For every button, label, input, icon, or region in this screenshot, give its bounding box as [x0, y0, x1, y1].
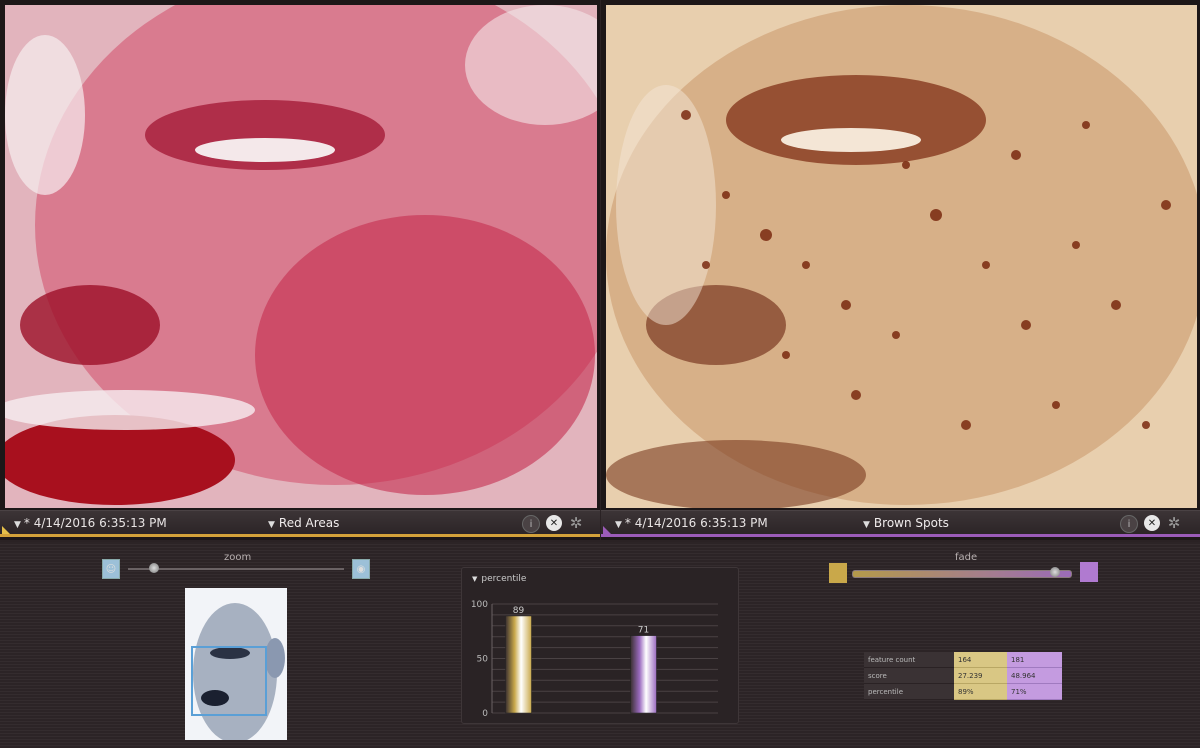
zoom-region-box[interactable] [191, 646, 267, 716]
data-label: 71 [638, 626, 649, 636]
y-tick-label: 50 [477, 655, 489, 665]
red-areas-panel: ▼ * 4/14/2016 6:35:13 PM ▼ Red Areas i ✕ ✲ [0, 0, 600, 540]
dropdown-icon: ▼ [14, 520, 21, 530]
brown-spots-value: 181 [1007, 652, 1062, 668]
brown-spots-toolbar: ▼ * 4/14/2016 6:35:13 PM ▼ Brown Spots i ✕… [601, 510, 1200, 537]
face-thumbnail[interactable] [185, 588, 287, 740]
zoom-label: zoom [224, 552, 252, 563]
eye-zoom-in-icon[interactable]: ◉ [352, 559, 370, 579]
face-zoom-out-icon[interactable]: ☺ [102, 559, 120, 579]
red-areas-value: 164 [954, 652, 1007, 668]
dropdown-icon: ▼ [615, 520, 622, 530]
info-icon[interactable]: i [522, 515, 540, 533]
brown-spots-image[interactable] [606, 5, 1197, 508]
zoom-slider-track[interactable] [128, 568, 344, 570]
collapse-icon: ▼ [472, 575, 478, 583]
brown-spots-value: 71% [1007, 683, 1062, 700]
red-areas-swatch-icon[interactable] [829, 563, 847, 583]
stat-label: feature count [864, 652, 954, 668]
control-panel: zoom ☺ ◉ ▼ percentile 0 50 100 89 71 fade fea… [0, 542, 1200, 748]
close-icon[interactable]: ✕ [1144, 515, 1160, 531]
corner-marker [2, 526, 10, 534]
brown-spots-panel: ▼ * 4/14/2016 6:35:13 PM ▼ Brown Spots i ✕… [601, 0, 1200, 540]
fade-slider-track[interactable] [852, 570, 1072, 578]
chart-bar [630, 635, 657, 714]
dropdown-icon: ▼ [268, 520, 275, 530]
gear-icon[interactable]: ✲ [568, 514, 584, 532]
red-areas-value: 27.239 [954, 667, 1007, 684]
zoom-slider-thumb[interactable] [148, 563, 159, 573]
y-tick-label: 0 [482, 709, 488, 719]
red-areas-timestamp[interactable]: ▼ * 4/14/2016 6:35:13 PM [14, 516, 167, 530]
brown-spots-view-selector[interactable]: ▼ Brown Spots [863, 516, 949, 530]
accent-underline [601, 534, 1200, 537]
accent-underline [0, 534, 600, 537]
table-row: percentile 89% 71% [864, 683, 1062, 700]
percentile-chart: ▼ percentile 0 50 100 89 71 [461, 567, 739, 724]
corner-marker [603, 526, 611, 534]
fade-slider-thumb[interactable] [1049, 567, 1060, 577]
red-areas-view-selector[interactable]: ▼ Red Areas [268, 516, 339, 530]
chart-title[interactable]: ▼ percentile [472, 574, 526, 584]
brown-spots-value: 48.964 [1007, 667, 1062, 684]
stat-label: score [864, 667, 954, 684]
close-icon[interactable]: ✕ [546, 515, 562, 531]
red-areas-value: 89% [954, 683, 1007, 700]
gear-icon[interactable]: ✲ [1166, 514, 1182, 532]
chart-bar [505, 615, 532, 714]
chart-svg: 0 50 100 89 71 [471, 600, 718, 719]
table-row: feature count 164 181 [864, 652, 1062, 668]
dropdown-icon: ▼ [863, 520, 870, 530]
info-icon[interactable]: i [1120, 515, 1138, 533]
red-areas-image[interactable] [5, 5, 597, 508]
brown-spots-swatch-icon[interactable] [1080, 562, 1098, 582]
stat-label: percentile [864, 683, 954, 700]
stats-table: feature count 164 181 score 27.239 48.964 perc… [864, 652, 1062, 700]
y-tick-label: 100 [471, 600, 488, 610]
data-label: 89 [513, 606, 525, 616]
table-row: score 27.239 48.964 [864, 667, 1062, 684]
fade-label: fade [955, 552, 978, 563]
red-areas-toolbar: ▼ * 4/14/2016 6:35:13 PM ▼ Red Areas i ✕ ✲ [0, 510, 600, 537]
brown-spots-timestamp[interactable]: ▼ * 4/14/2016 6:35:13 PM [615, 516, 768, 530]
